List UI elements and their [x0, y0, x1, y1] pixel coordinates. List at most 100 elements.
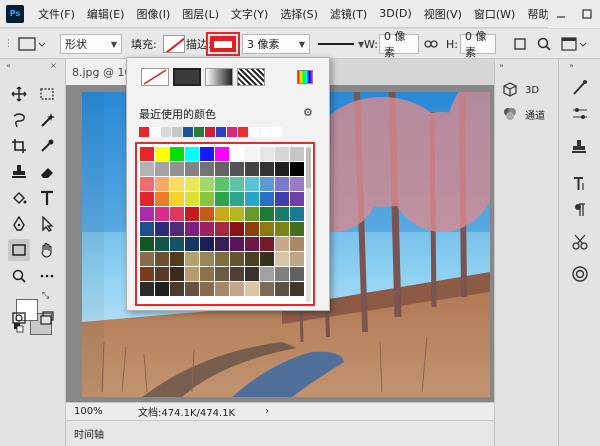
color-swatch[interactable] [140, 282, 154, 296]
color-swatch[interactable] [275, 177, 289, 191]
color-swatch[interactable] [230, 177, 244, 191]
zoom-tool[interactable] [8, 265, 30, 287]
color-swatch[interactable] [155, 222, 169, 236]
width-input[interactable]: 0 像素 [379, 30, 419, 59]
adjustments-button[interactable] [571, 105, 589, 123]
color-swatch[interactable] [215, 282, 229, 296]
color-swatch[interactable] [170, 177, 184, 191]
color-swatch[interactable] [155, 177, 169, 191]
color-swatch[interactable] [245, 192, 259, 206]
color-swatch[interactable] [170, 267, 184, 281]
link-icon[interactable] [424, 38, 438, 50]
color-swatch[interactable] [230, 237, 244, 251]
color-swatch[interactable] [245, 267, 259, 281]
color-swatch[interactable] [155, 162, 169, 176]
crop-tool[interactable] [8, 135, 30, 157]
color-swatch[interactable] [170, 237, 184, 251]
recent-color-swatch[interactable] [139, 127, 149, 137]
color-swatch[interactable] [215, 222, 229, 236]
pen-tool[interactable] [8, 213, 30, 235]
color-swatch[interactable] [215, 177, 229, 191]
pattern-button[interactable] [237, 68, 265, 86]
color-swatch[interactable] [185, 267, 199, 281]
color-swatch[interactable] [260, 162, 274, 176]
color-swatch[interactable] [155, 282, 169, 296]
brush-settings-button[interactable] [571, 79, 589, 97]
color-swatch[interactable] [170, 192, 184, 206]
quick-mask-button[interactable] [8, 307, 30, 329]
menu-layer[interactable]: 图层(L) [178, 6, 227, 22]
color-swatch[interactable] [245, 237, 259, 251]
color-swatch[interactable] [245, 147, 259, 161]
panel-channels[interactable]: 通道 [501, 105, 545, 123]
move-tool[interactable] [8, 83, 30, 105]
rectangle-tool[interactable] [8, 239, 30, 261]
color-swatch[interactable] [155, 192, 169, 206]
color-swatch[interactable] [140, 177, 154, 191]
color-swatch[interactable] [275, 192, 289, 206]
color-swatch[interactable] [155, 267, 169, 281]
menu-file[interactable]: 文件(F) [34, 6, 83, 22]
libraries-button[interactable] [571, 265, 589, 283]
menu-window[interactable]: 窗口(W) [470, 6, 523, 22]
color-swatch[interactable] [200, 162, 214, 176]
color-swatch[interactable] [245, 252, 259, 266]
stroke-size-field[interactable]: 3 像素 ▼ [242, 34, 310, 54]
color-swatch[interactable] [230, 162, 244, 176]
menu-view[interactable]: 视图(V) [420, 6, 470, 22]
color-swatch[interactable] [185, 207, 199, 221]
color-swatch[interactable] [215, 147, 229, 161]
hand-tool[interactable] [36, 239, 58, 261]
color-swatch[interactable] [245, 207, 259, 221]
color-swatch[interactable] [140, 222, 154, 236]
color-swatch[interactable] [200, 222, 214, 236]
color-swatch[interactable] [230, 147, 244, 161]
color-swatch[interactable] [200, 237, 214, 251]
recent-color-swatch[interactable] [227, 127, 237, 137]
color-swatch[interactable] [245, 282, 259, 296]
swap-colors-icon[interactable]: ⤡ [42, 291, 49, 301]
recent-color-swatch[interactable] [238, 127, 248, 137]
zoom-level[interactable]: 100% [66, 406, 118, 417]
path-select-tool[interactable] [36, 213, 58, 235]
color-swatch[interactable] [155, 207, 169, 221]
color-swatch[interactable] [290, 192, 304, 206]
color-swatch[interactable] [200, 147, 214, 161]
menu-3d[interactable]: 3D(D) [375, 7, 420, 20]
color-swatch[interactable] [215, 237, 229, 251]
color-swatch[interactable] [140, 192, 154, 206]
color-swatch[interactable] [260, 147, 274, 161]
color-swatch[interactable] [200, 192, 214, 206]
recent-color-swatch[interactable] [150, 127, 160, 137]
eraser-tool[interactable] [36, 161, 58, 183]
shape-mode-select[interactable]: 形状 ▼ [60, 34, 122, 54]
color-swatch[interactable] [290, 177, 304, 191]
color-swatch[interactable] [275, 267, 289, 281]
color-swatch[interactable] [260, 192, 274, 206]
recent-color-swatch[interactable] [271, 127, 281, 137]
color-swatch[interactable] [200, 177, 214, 191]
no-color-button[interactable] [141, 68, 169, 86]
color-swatch[interactable] [245, 162, 259, 176]
color-swatch[interactable] [200, 282, 214, 296]
color-swatch[interactable] [230, 252, 244, 266]
fill-color-swatch[interactable] [163, 35, 185, 53]
color-swatch[interactable] [215, 252, 229, 266]
character-panel-button[interactable] [571, 175, 589, 193]
type-tool[interactable] [36, 187, 58, 209]
timeline-tab[interactable]: 时间轴 [74, 426, 104, 441]
color-swatch[interactable] [275, 207, 289, 221]
close-panel-icon[interactable]: × [50, 61, 57, 70]
menu-select[interactable]: 选择(S) [276, 6, 326, 22]
menu-image[interactable]: 图像(I) [132, 6, 178, 22]
stroke-color-swatch[interactable] [210, 36, 236, 52]
screen-mode-button[interactable] [36, 307, 58, 329]
color-swatch[interactable] [170, 282, 184, 296]
gradient-button[interactable] [205, 68, 233, 86]
color-swatch[interactable] [230, 207, 244, 221]
color-swatch[interactable] [170, 162, 184, 176]
color-swatch[interactable] [215, 192, 229, 206]
color-swatch[interactable] [290, 237, 304, 251]
color-swatch[interactable] [185, 237, 199, 251]
color-swatch[interactable] [290, 252, 304, 266]
